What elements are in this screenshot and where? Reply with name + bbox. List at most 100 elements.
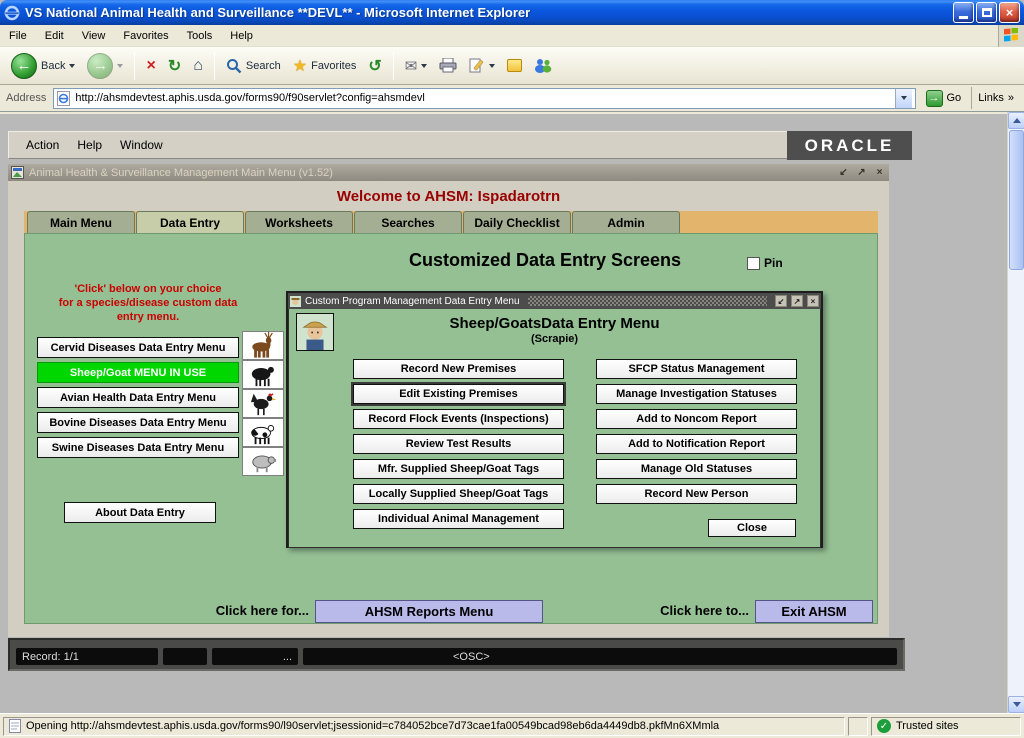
menu-help[interactable]: Help — [221, 27, 262, 45]
record-new-person-button[interactable]: Record New Person — [596, 484, 797, 504]
cervid-menu-button[interactable]: Cervid Diseases Data Entry Menu — [37, 337, 239, 358]
record-new-premises-button[interactable]: Record New Premises — [353, 359, 564, 379]
search-button[interactable]: Search — [221, 49, 286, 82]
refresh-button[interactable]: ↻ — [163, 49, 186, 82]
links-button[interactable]: Links » — [971, 87, 1020, 109]
panel-title: Customized Data Entry Screens — [295, 250, 795, 271]
ahsm-reports-menu-button[interactable]: AHSM Reports Menu — [315, 600, 543, 623]
print-button[interactable] — [434, 49, 462, 82]
note-icon — [507, 59, 522, 72]
reports-hint: Click here for... — [113, 603, 309, 618]
address-input[interactable]: http://ahsmdevtest.aphis.usda.gov/forms9… — [53, 88, 915, 109]
history-button[interactable]: ↺ — [363, 49, 386, 82]
messenger-note-button[interactable] — [502, 49, 527, 82]
applet-close-icon[interactable]: × — [873, 166, 886, 179]
messenger-button[interactable] — [529, 49, 557, 82]
edit-button[interactable] — [464, 49, 500, 82]
window-title: VS National Animal Health and Surveillan… — [25, 5, 951, 20]
applet-maximize-icon[interactable]: ↗ — [855, 166, 868, 179]
back-button[interactable]: ← Back — [6, 49, 80, 82]
scrollbar-thumb[interactable] — [1009, 130, 1024, 270]
browser-toolbar: ← Back → × ↻ ⌂ Search ★ Favorites ↺ ✉ — [0, 47, 1024, 85]
locally-supplied-tags-button[interactable]: Locally Supplied Sheep/Goat Tags — [353, 484, 564, 504]
dialog-titlebar[interactable]: Custom Program Management Data Entry Men… — [288, 293, 821, 309]
tab-searches[interactable]: Searches — [354, 211, 462, 233]
dialog-close-icon[interactable]: × — [807, 295, 819, 307]
menu-tools[interactable]: Tools — [178, 27, 222, 45]
favorites-label: Favorites — [311, 60, 356, 72]
dialog-right-column: SFCP Status Management Manage Investigat… — [596, 359, 797, 509]
url-text[interactable]: http://ahsmdevtest.aphis.usda.gov/forms9… — [75, 92, 889, 104]
scroll-down-button[interactable] — [1008, 696, 1024, 713]
menu-file[interactable]: File — [0, 27, 36, 45]
tab-daily-checklist[interactable]: Daily Checklist — [463, 211, 571, 233]
oracle-menu-help[interactable]: Help — [68, 133, 111, 157]
deer-icon — [242, 331, 284, 360]
mail-dropdown-icon[interactable] — [421, 64, 427, 68]
status-message-cell: Opening http://ahsmdevtest.aphis.usda.go… — [3, 717, 845, 736]
maximize-icon — [982, 8, 992, 17]
mfr-supplied-tags-button[interactable]: Mfr. Supplied Sheep/Goat Tags — [353, 459, 564, 479]
mail-button[interactable]: ✉ — [400, 49, 433, 82]
tab-main-menu[interactable]: Main Menu — [27, 211, 135, 233]
sfcp-status-management-button[interactable]: SFCP Status Management — [596, 359, 797, 379]
vertical-scrollbar[interactable] — [1007, 112, 1024, 713]
add-to-noncom-report-button[interactable]: Add to Noncom Report — [596, 409, 797, 429]
tab-admin[interactable]: Admin — [572, 211, 680, 233]
sheep-icon — [242, 360, 284, 389]
people-icon — [534, 58, 552, 73]
tab-worksheets[interactable]: Worksheets — [245, 211, 353, 233]
home-button[interactable]: ⌂ — [188, 49, 208, 82]
exit-ahsm-button[interactable]: Exit AHSM — [755, 600, 873, 623]
manage-old-statuses-button[interactable]: Manage Old Statuses — [596, 459, 797, 479]
menu-favorites[interactable]: Favorites — [114, 27, 177, 45]
applet-restore-icon[interactable]: ↙ — [837, 166, 850, 179]
minimize-button[interactable] — [953, 2, 974, 23]
dialog-maximize-icon[interactable]: ↗ — [791, 295, 803, 307]
forward-icon: → — [87, 53, 113, 79]
oracle-menu-window[interactable]: Window — [111, 133, 172, 157]
back-dropdown-icon[interactable] — [69, 64, 75, 68]
oracle-menu-action[interactable]: Action — [17, 133, 68, 157]
scroll-up-button[interactable] — [1008, 112, 1024, 129]
swine-menu-button[interactable]: Swine Diseases Data Entry Menu — [37, 437, 239, 458]
favorites-button[interactable]: ★ Favorites — [288, 49, 362, 82]
dialog-restore-icon[interactable]: ↙ — [775, 295, 787, 307]
tab-data-entry[interactable]: Data Entry — [136, 211, 244, 233]
record-flock-events-button[interactable]: Record Flock Events (Inspections) — [353, 409, 564, 429]
individual-animal-management-button[interactable]: Individual Animal Management — [353, 509, 564, 529]
address-label: Address — [4, 92, 48, 104]
ie-logo-icon — [4, 5, 20, 21]
avian-menu-button[interactable]: Avian Health Data Entry Menu — [37, 387, 239, 408]
review-test-results-button[interactable]: Review Test Results — [353, 434, 564, 454]
address-dropdown-button[interactable] — [895, 89, 912, 108]
forward-button[interactable]: → — [82, 49, 128, 82]
address-dropdown-icon — [901, 96, 907, 100]
bovine-menu-button[interactable]: Bovine Diseases Data Entry Menu — [37, 412, 239, 433]
edit-existing-premises-button[interactable]: Edit Existing Premises — [353, 384, 564, 404]
add-to-notification-report-button[interactable]: Add to Notification Report — [596, 434, 797, 454]
applet-titlebar: Animal Health & Surveillance Management … — [8, 164, 889, 181]
applet-body: Welcome to AHSM: Ispadarotrn Main Menu D… — [8, 181, 889, 637]
go-button[interactable]: → Go — [921, 90, 967, 107]
manage-investigation-statuses-button[interactable]: Manage Investigation Statuses — [596, 384, 797, 404]
edit-dropdown-icon[interactable] — [489, 64, 495, 68]
cow-icon — [242, 418, 284, 447]
browser-menubar: File Edit View Favorites Tools Help — [0, 25, 1024, 47]
menu-view[interactable]: View — [73, 27, 115, 45]
menu-edit[interactable]: Edit — [36, 27, 73, 45]
pin-checkbox[interactable] — [747, 257, 760, 270]
minimize-icon — [959, 16, 968, 19]
pig-icon — [242, 447, 284, 476]
oracle-statusbar: Record: 1/1 ... <OSC> — [8, 638, 905, 671]
about-data-entry-button[interactable]: About Data Entry — [64, 502, 216, 523]
instruction-line: 'Click' below on your choice — [39, 282, 257, 296]
sheep-goat-menu-button[interactable]: Sheep/Goat MENU IN USE — [37, 362, 239, 383]
forward-dropdown-icon[interactable] — [117, 64, 123, 68]
scroll-up-icon — [1013, 118, 1021, 123]
refresh-icon: ↻ — [168, 56, 181, 76]
dialog-close-button[interactable]: Close — [708, 519, 796, 537]
maximize-button[interactable] — [976, 2, 997, 23]
stop-button[interactable]: × — [141, 49, 160, 82]
close-button[interactable]: × — [999, 2, 1020, 23]
